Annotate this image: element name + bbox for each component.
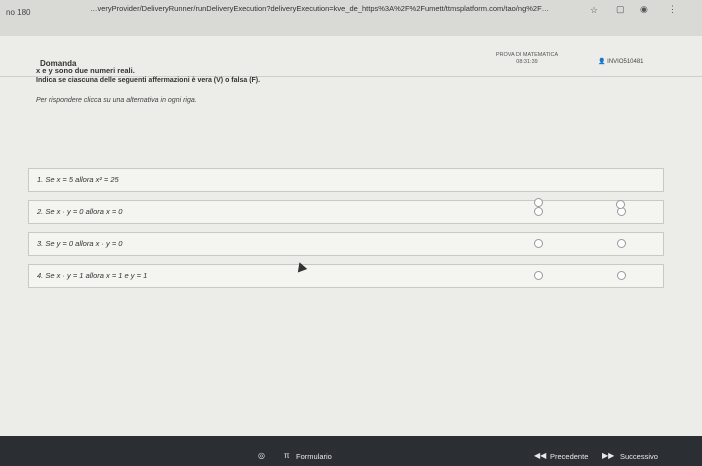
radio-v[interactable] xyxy=(534,239,543,248)
previous-icon: ◀◀ xyxy=(534,451,547,460)
timer: 08:31:39 xyxy=(516,59,538,65)
submit-code-label: INVIO510481 xyxy=(607,59,644,65)
next-icon: ▶▶ xyxy=(602,451,615,460)
question-instruction: Indica se ciascuna delle seguenti afferm… xyxy=(36,77,261,84)
table-row: 1. Se x = 5 allora x² = 25 xyxy=(28,168,664,192)
browser-toolbar: no 180 …veryProvider/DeliveryRunner/runD… xyxy=(0,0,702,37)
browser-tab-label[interactable]: no 180 xyxy=(6,8,30,17)
table-row: 2. Se x · y = 0 allora x = 0 xyxy=(28,200,664,224)
address-bar[interactable]: …veryProvider/DeliveryRunner/runDelivery… xyxy=(90,4,620,18)
user-icon: 👤 xyxy=(598,59,606,65)
radio-f[interactable] xyxy=(617,271,626,280)
extension-icon[interactable]: ▢ xyxy=(616,4,625,15)
table-row: 3. Se y = 0 allora x · y = 0 xyxy=(28,232,664,256)
radio-v[interactable] xyxy=(534,271,543,280)
statement-label: 3. Se y = 0 allora x · y = 0 xyxy=(37,239,123,248)
radio-f[interactable] xyxy=(616,200,625,209)
circle-icon[interactable]: ◎ xyxy=(258,451,265,460)
formulario-button[interactable]: Formulario xyxy=(296,452,332,461)
previous-button[interactable]: Precedente xyxy=(550,452,588,461)
statement-label: 1. Se x = 5 allora x² = 25 xyxy=(37,175,119,184)
footer-bar: ◎ π Formulario ◀◀ Precedente ▶▶ Successi… xyxy=(0,436,702,466)
star-icon[interactable]: ☆ xyxy=(590,5,598,16)
submit-code[interactable]: 👤 INVIO510481 xyxy=(598,58,644,65)
radio-f[interactable] xyxy=(617,239,626,248)
pi-icon: π xyxy=(284,451,290,460)
statement-label: 2. Se x · y = 0 allora x = 0 xyxy=(37,207,123,216)
statement-label: 4. Se x · y = 1 allora x = 1 e y = 1 xyxy=(37,271,148,280)
radio-v[interactable] xyxy=(534,207,543,216)
statements-table: 1. Se x = 5 allora x² = 25 2. Se x · y =… xyxy=(28,168,664,296)
next-button[interactable]: Successivo xyxy=(620,452,658,461)
table-row: 4. Se x · y = 1 allora x = 1 e y = 1 xyxy=(28,264,664,288)
question-intro: x e y sono due numeri reali. xyxy=(36,66,135,75)
test-name: PROVA DI MATEMATICA xyxy=(495,52,559,58)
question-hint: Per rispondere clicca su una alternativa… xyxy=(36,97,197,104)
radio-v[interactable] xyxy=(534,198,543,207)
profile-icon[interactable]: ◉ xyxy=(640,4,648,15)
menu-icon[interactable]: ⋮ xyxy=(668,4,677,15)
